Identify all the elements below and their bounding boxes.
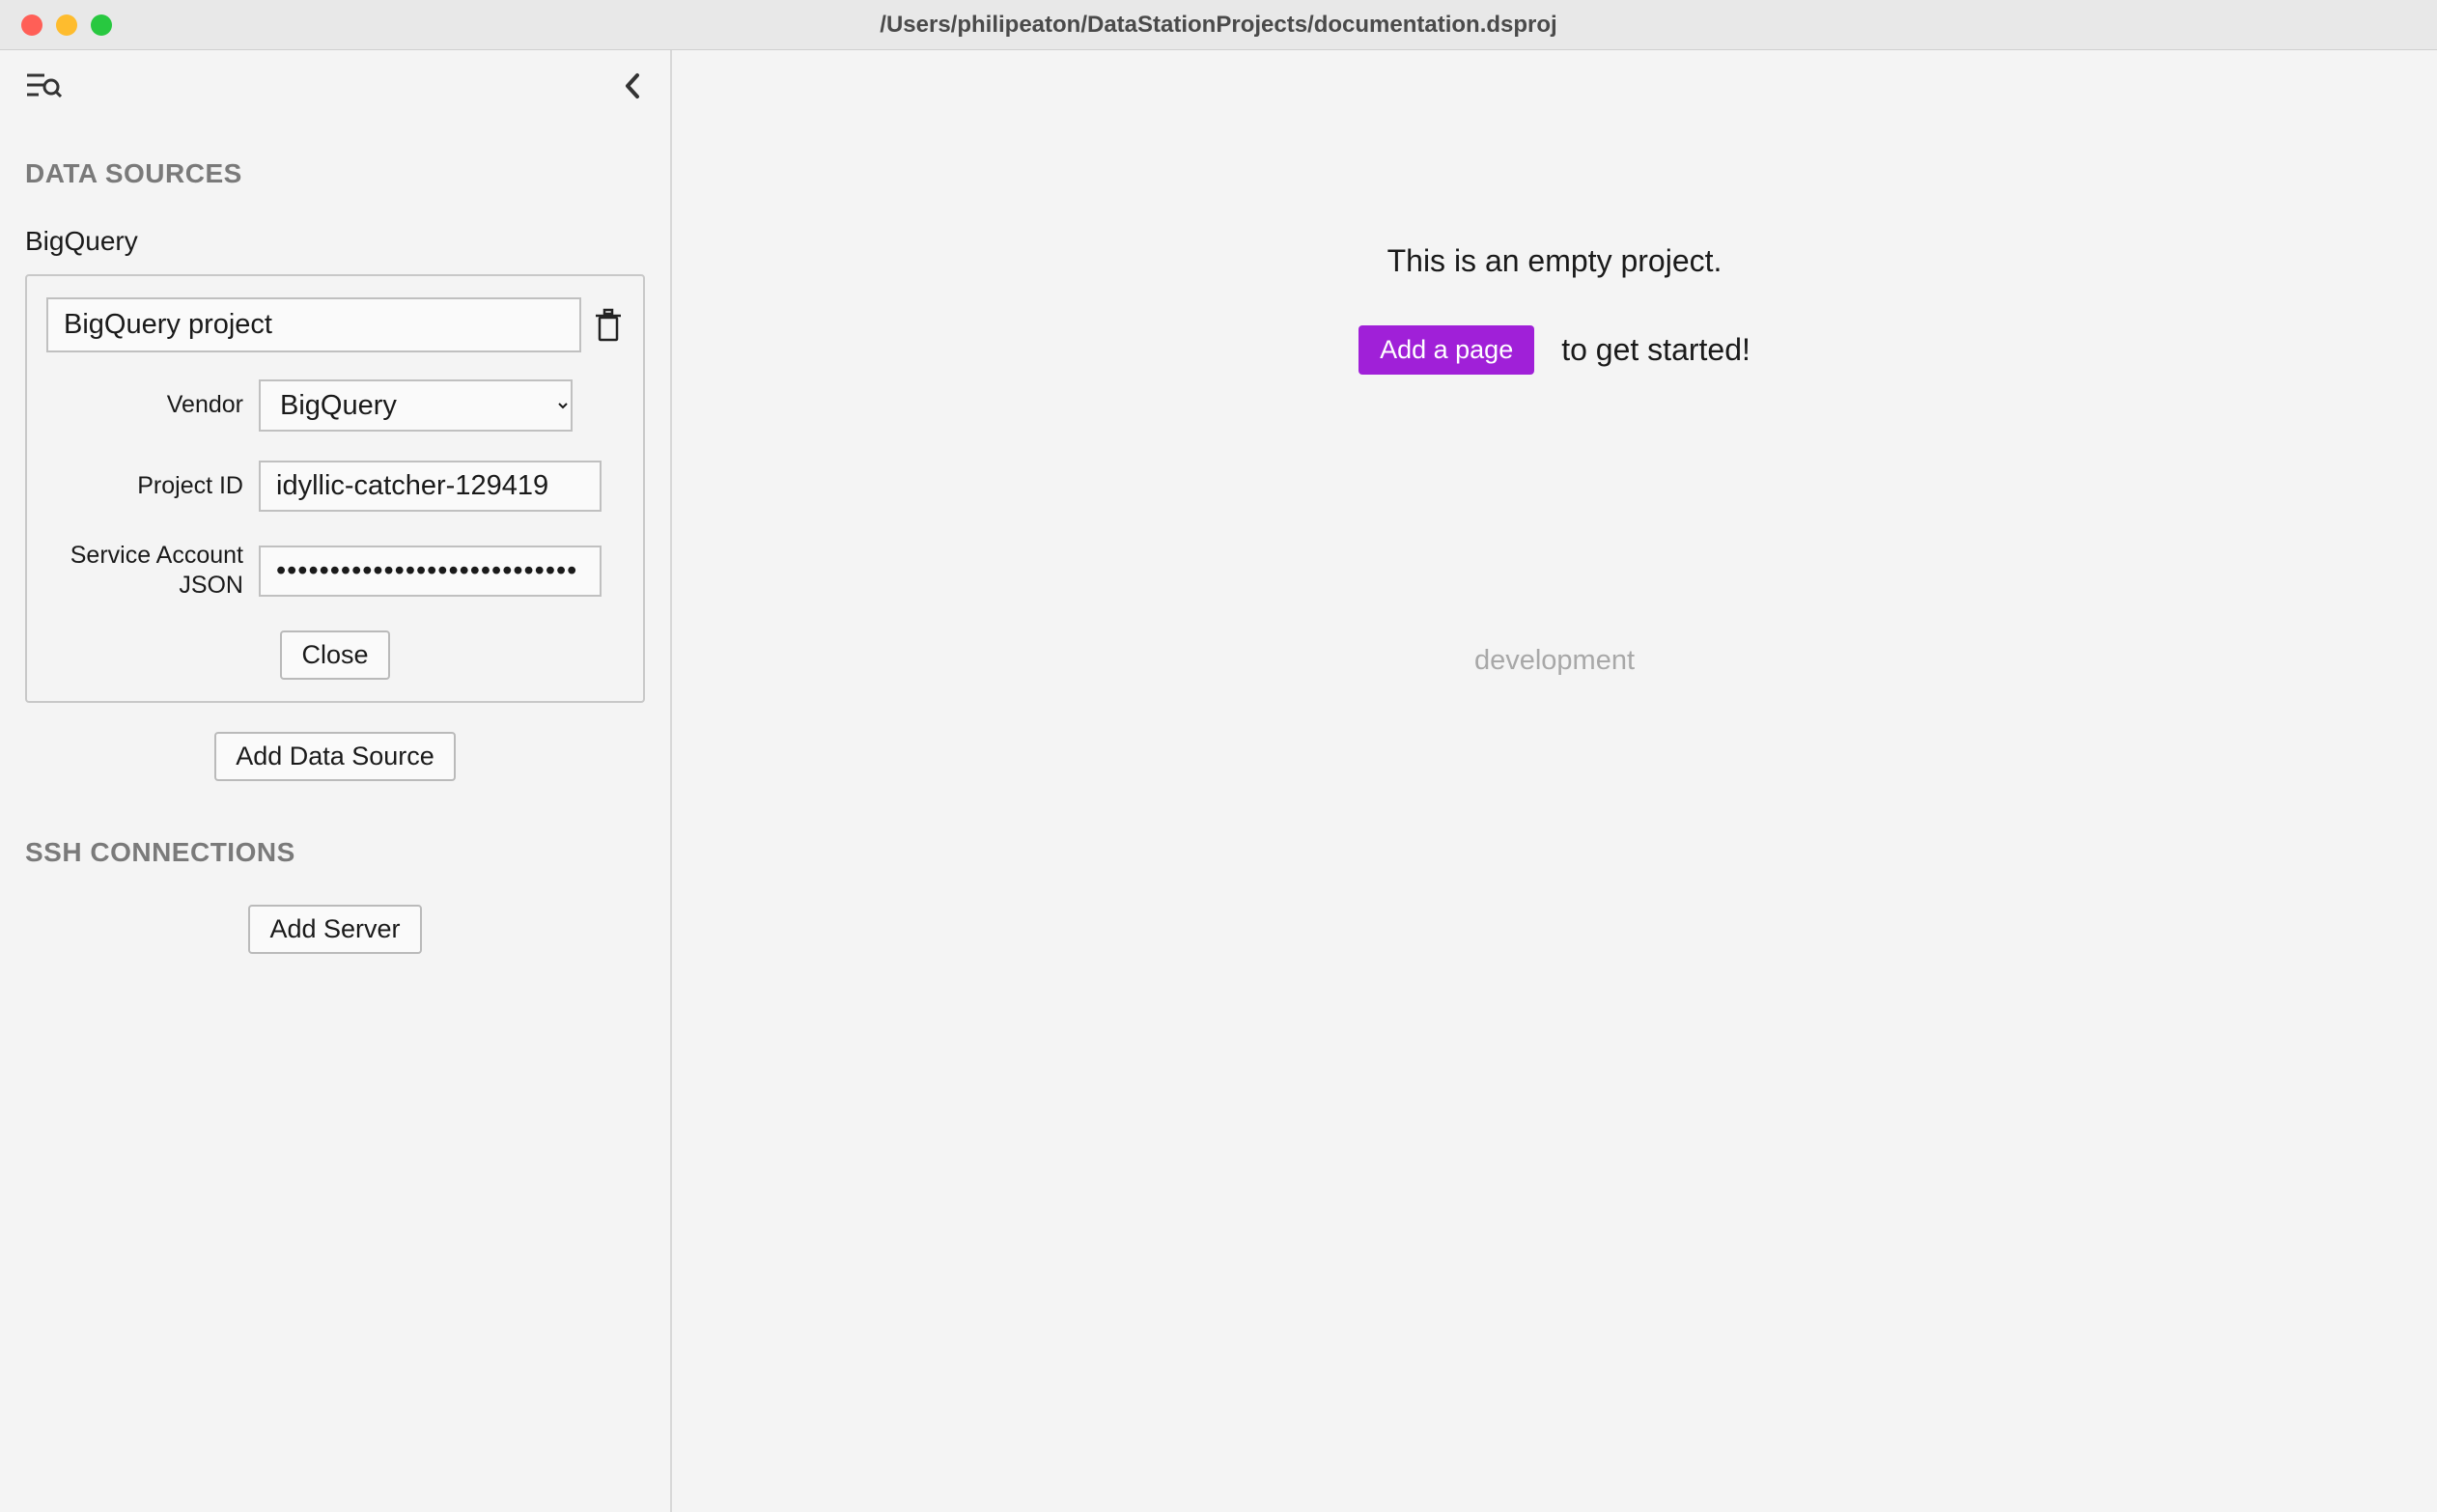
project-id-input[interactable]: [259, 461, 602, 512]
window-controls: [0, 14, 112, 36]
trash-icon[interactable]: [593, 308, 624, 343]
project-id-label: Project ID: [46, 471, 259, 501]
sidebar: DATA SOURCES BigQuery Vendor BigQuery: [0, 50, 672, 1512]
ssh-connections-heading: SSH CONNECTIONS: [25, 837, 645, 868]
cta-rest-text: to get started!: [1561, 332, 1751, 368]
development-label: development: [1474, 645, 1635, 677]
service-account-json-input[interactable]: [259, 546, 602, 597]
window-maximize-button[interactable]: [91, 14, 112, 36]
add-server-button[interactable]: Add Server: [248, 905, 421, 954]
vendor-label: Vendor: [46, 390, 259, 420]
search-list-icon[interactable]: [25, 70, 62, 102]
add-data-source-button[interactable]: Add Data Source: [214, 732, 456, 781]
empty-project-message: This is an empty project.: [1387, 243, 1723, 279]
vendor-select[interactable]: BigQuery: [259, 379, 573, 432]
close-button[interactable]: Close: [280, 630, 389, 680]
data-source-name-input[interactable]: [46, 297, 581, 352]
service-account-json-label: Service Account JSON: [46, 541, 259, 602]
data-source-label: BigQuery: [25, 226, 645, 257]
main-content: This is an empty project. Add a page to …: [672, 50, 2437, 1512]
window-close-button[interactable]: [21, 14, 42, 36]
titlebar: /Users/philipeaton/DataStationProjects/d…: [0, 0, 2437, 50]
data-sources-heading: DATA SOURCES: [25, 158, 645, 189]
data-source-card: Vendor BigQuery Project ID Service Accou…: [25, 274, 645, 703]
add-page-button[interactable]: Add a page: [1359, 325, 1534, 375]
collapse-sidebar-icon[interactable]: [622, 71, 645, 100]
window-minimize-button[interactable]: [56, 14, 77, 36]
window-title: /Users/philipeaton/DataStationProjects/d…: [880, 12, 1556, 39]
